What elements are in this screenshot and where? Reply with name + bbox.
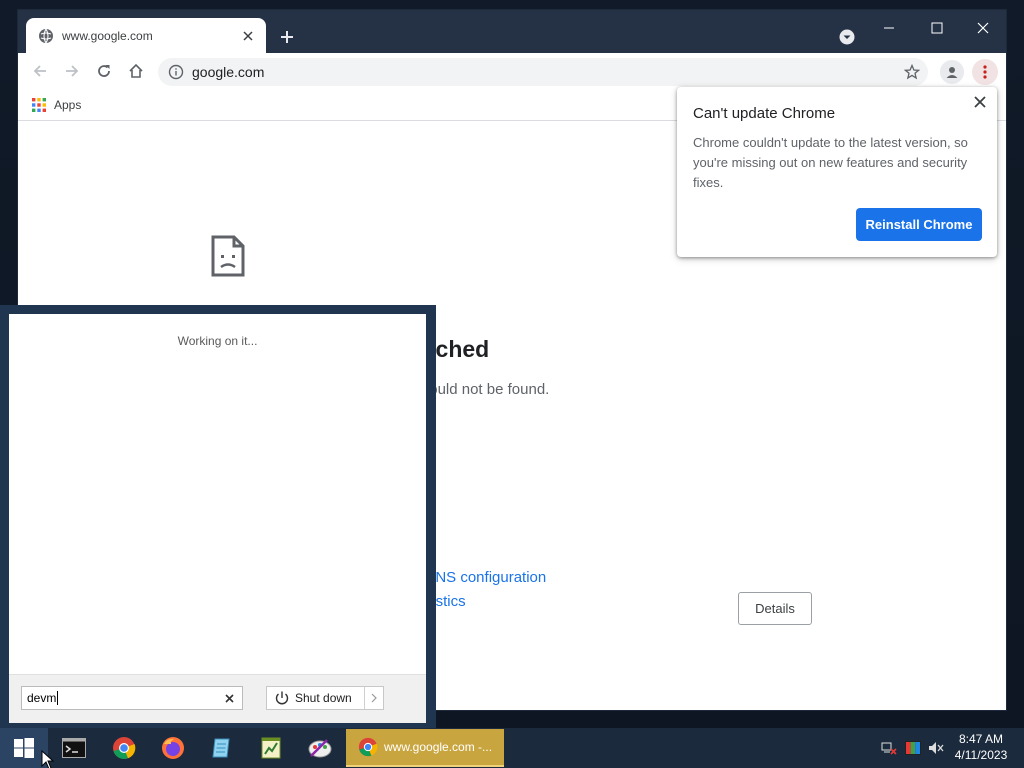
task-label: www.google.com -... (384, 740, 493, 754)
paint-icon[interactable] (306, 734, 334, 762)
taskbar-chrome-task[interactable]: www.google.com -... (346, 729, 504, 767)
home-icon[interactable] (124, 59, 148, 83)
url-text: google.com (192, 64, 265, 80)
search-results-pane: Working on it... devm Shut down (9, 314, 426, 723)
divider (364, 687, 365, 709)
bubble-title: Can't update Chrome (693, 105, 836, 122)
windows-logo-icon (14, 738, 34, 758)
shutdown-button[interactable]: Shut down (266, 686, 384, 710)
taskbar-clock[interactable]: 8:47 AM 4/11/2023 (948, 731, 1014, 763)
maximize-icon[interactable] (914, 14, 960, 42)
address-bar[interactable]: google.com (158, 58, 928, 86)
shutdown-label: Shut down (295, 691, 352, 705)
power-icon (273, 689, 291, 707)
terminal-icon[interactable] (60, 734, 88, 762)
search-query: devm (27, 691, 57, 705)
details-button[interactable]: Details (738, 592, 812, 625)
chrome-icon[interactable] (110, 734, 138, 762)
clock-time: 8:47 AM (958, 732, 1004, 746)
search-status: Working on it... (177, 334, 258, 348)
firefox-icon[interactable] (159, 734, 187, 762)
volume-muted-icon[interactable] (927, 740, 945, 756)
text-caret (57, 691, 59, 705)
close-icon[interactable] (240, 28, 256, 44)
reload-icon[interactable] (92, 59, 116, 83)
back-icon[interactable] (28, 59, 52, 83)
reinstall-chrome-button[interactable]: Reinstall Chrome (856, 208, 982, 241)
browser-toolbar: google.com (18, 53, 1006, 90)
update-bubble: Can't update Chrome Chrome couldn't upda… (677, 87, 997, 257)
star-icon[interactable] (902, 62, 922, 82)
taskbar: www.google.com -... 8:47 AM 4/11/2023 (0, 728, 1024, 768)
tab-title: www.google.com (62, 28, 153, 43)
tab-strip: www.google.com (18, 10, 1006, 53)
forward-icon[interactable] (60, 59, 84, 83)
color-icon[interactable] (904, 740, 922, 756)
chart-icon[interactable] (257, 734, 285, 762)
browser-tab[interactable]: www.google.com (26, 18, 266, 53)
chevron-right-icon[interactable] (368, 691, 380, 705)
start-search-bar: devm Shut down (9, 674, 426, 723)
profile-icon[interactable] (940, 60, 964, 84)
close-window-icon[interactable] (960, 14, 1006, 42)
minimize-icon[interactable] (866, 14, 912, 42)
start-menu: Working on it... devm Shut down (0, 305, 436, 728)
clear-icon[interactable] (222, 691, 236, 705)
clock-date: 4/11/2023 (954, 748, 1008, 762)
start-search-input[interactable]: devm (21, 686, 243, 710)
menu-icon[interactable] (972, 59, 998, 85)
network-icon[interactable] (880, 740, 898, 756)
tab-search-icon[interactable] (836, 26, 858, 48)
mouse-cursor-icon (41, 749, 55, 768)
apps-bookmark[interactable]: Apps (54, 98, 81, 112)
bubble-body: Chrome couldn't update to the latest ver… (693, 135, 968, 190)
info-icon[interactable] (168, 64, 184, 80)
chrome-icon (358, 737, 378, 757)
globe-icon (38, 28, 54, 44)
close-icon[interactable] (971, 93, 989, 111)
notepad-icon[interactable] (208, 734, 236, 762)
plus-icon[interactable] (276, 26, 298, 48)
apps-grid-icon[interactable] (32, 98, 46, 112)
sad-page-icon (210, 234, 246, 278)
